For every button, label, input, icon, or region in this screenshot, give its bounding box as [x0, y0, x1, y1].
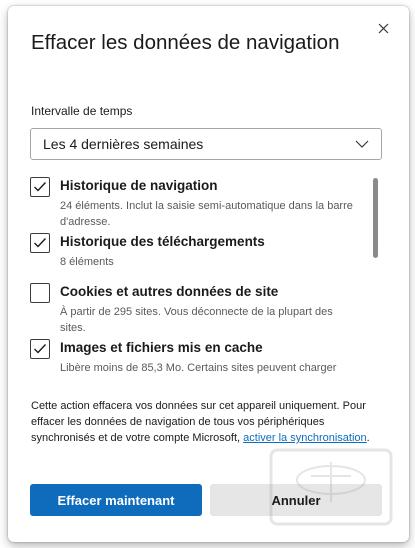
item-title: Historique des téléchargements [60, 234, 265, 249]
close-icon [378, 23, 388, 33]
item-description: Libère moins de 85,3 Mo. Certains sites … [60, 362, 337, 374]
data-type-list: Historique de navigation 24 éléments. In… [30, 176, 370, 381]
time-range-label: Intervalle de temps [31, 104, 133, 118]
chevron-down-icon [355, 140, 369, 148]
checkmark-icon [34, 238, 47, 248]
checkbox-cookies[interactable] [30, 283, 50, 303]
enable-sync-link[interactable]: activer la synchronisation [243, 432, 367, 444]
info-end: . [366, 432, 370, 444]
item-description: À partir de 295 sites. Vous déconnecte d… [60, 306, 333, 334]
item-description: 24 éléments. Inclut la saisie semi-autom… [60, 200, 353, 228]
checkbox-download-history[interactable] [30, 233, 50, 253]
item-title: Images et fichiers mis en cache [60, 340, 263, 355]
checkbox-cached-images[interactable] [30, 339, 50, 359]
list-scrollbar[interactable] [373, 178, 378, 258]
time-range-select[interactable]: Les 4 dernières semaines [30, 128, 382, 160]
clear-browsing-data-dialog: Effacer les données de navigation Interv… [8, 6, 409, 542]
checkmark-icon [34, 182, 47, 192]
sync-info-text: Cette action effacera vos données sur ce… [31, 398, 371, 446]
item-title: Historique de navigation [60, 178, 218, 193]
checkmark-icon [34, 344, 47, 354]
checkbox-browsing-history[interactable] [30, 177, 50, 197]
item-title: Cookies et autres données de site [60, 284, 279, 299]
item-description: 8 éléments [60, 256, 114, 268]
dialog-title: Effacer les données de navigation [31, 31, 340, 54]
close-button[interactable] [373, 18, 393, 38]
clear-now-button[interactable]: Effacer maintenant [30, 484, 202, 516]
cancel-button[interactable]: Annuler [210, 484, 382, 516]
time-range-value: Les 4 dernières semaines [43, 136, 204, 152]
